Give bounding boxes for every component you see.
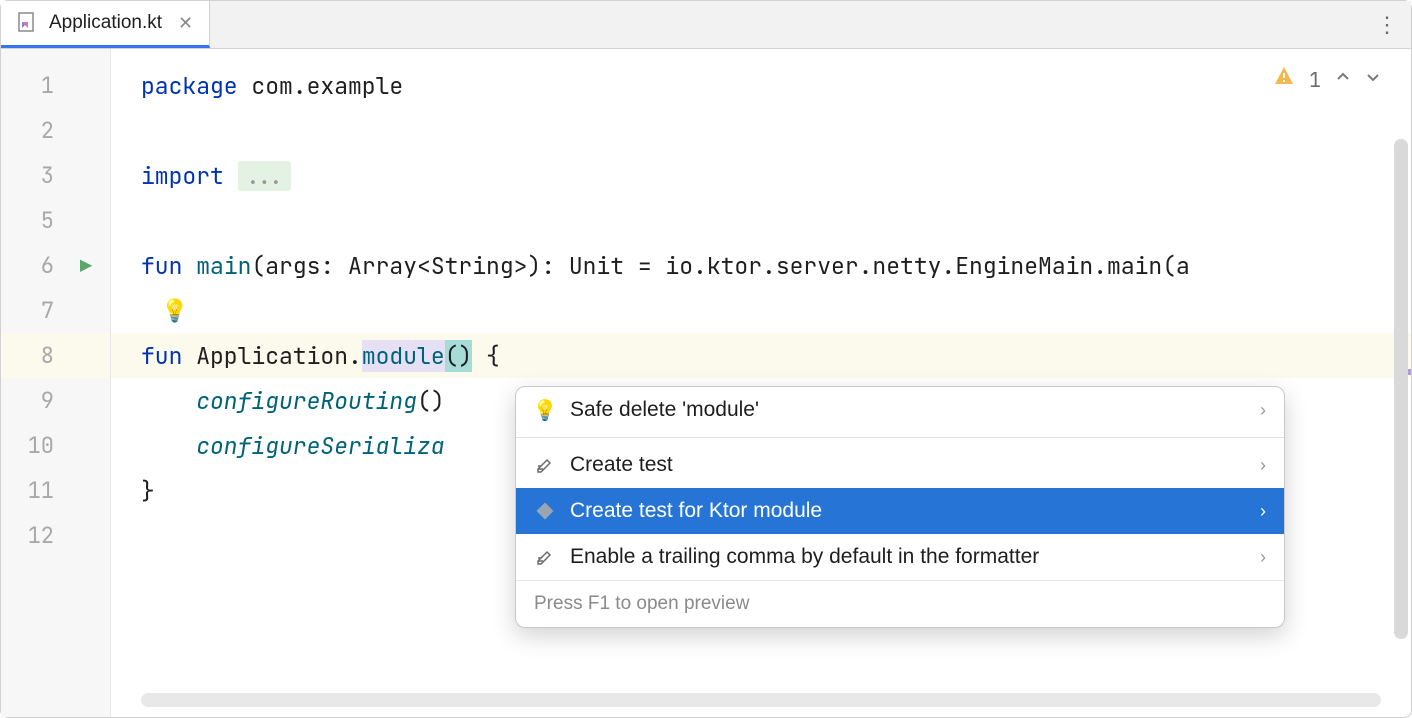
code-line[interactable] bbox=[111, 198, 1411, 243]
code-line[interactable] bbox=[111, 108, 1411, 153]
gutter-line-number[interactable]: 8 bbox=[1, 333, 110, 378]
bulb-icon: 💡 bbox=[534, 399, 556, 421]
code-line[interactable]: + import ... bbox=[111, 153, 1411, 198]
code-line[interactable]: − fun Application.module() { bbox=[111, 333, 1411, 378]
horizontal-scrollbar[interactable] bbox=[141, 693, 1381, 707]
editor-tab[interactable]: Application.kt ✕ bbox=[1, 1, 210, 48]
chevron-right-icon: › bbox=[1260, 400, 1266, 421]
code-line[interactable]: 💡 bbox=[111, 288, 1411, 333]
gutter-line-number[interactable]: 10 bbox=[1, 423, 110, 468]
tab-bar: Application.kt ✕ ⋮ bbox=[1, 1, 1411, 49]
tab-filename: Application.kt bbox=[49, 12, 162, 34]
chevron-right-icon: › bbox=[1260, 501, 1266, 522]
intention-actions-popup: 💡 Safe delete 'module' › Create test › C… bbox=[515, 386, 1285, 628]
code-line[interactable]: package com.example bbox=[111, 63, 1411, 108]
gutter-line-number[interactable]: 7 bbox=[1, 288, 110, 333]
intention-bulb-icon[interactable]: 💡 bbox=[161, 296, 188, 325]
chevron-right-icon: › bbox=[1260, 455, 1266, 476]
gutter: 1 2 3 5 6 ▶ 7 8 9 10 11 12 bbox=[1, 49, 111, 717]
run-gutter-icon[interactable]: ▶ bbox=[80, 253, 92, 279]
menu-item-trailing-comma[interactable]: Enable a trailing comma by default in th… bbox=[516, 534, 1284, 580]
pencil-icon bbox=[534, 454, 556, 476]
chevron-right-icon: › bbox=[1260, 547, 1266, 568]
vertical-scrollbar[interactable] bbox=[1394, 139, 1408, 639]
code-line[interactable]: fun main(args: Array<String>): Unit = io… bbox=[111, 243, 1411, 288]
menu-item-safe-delete[interactable]: 💡 Safe delete 'module' › bbox=[516, 387, 1284, 433]
menu-footer-hint: Press F1 to open preview bbox=[516, 580, 1284, 627]
menu-divider bbox=[516, 437, 1284, 438]
more-options-icon[interactable]: ⋮ bbox=[1376, 12, 1397, 38]
gutter-line-number[interactable]: 2 bbox=[1, 108, 110, 153]
gutter-line-number[interactable]: 9 bbox=[1, 378, 110, 423]
folded-region[interactable]: ... bbox=[238, 161, 291, 191]
gutter-line-number[interactable]: 6 ▶ bbox=[1, 243, 110, 288]
menu-item-create-test[interactable]: Create test › bbox=[516, 442, 1284, 488]
module-icon bbox=[534, 500, 556, 522]
kotlin-file-icon bbox=[17, 12, 39, 34]
gutter-line-number[interactable]: 3 bbox=[1, 153, 110, 198]
gutter-line-number[interactable]: 11 bbox=[1, 468, 110, 513]
menu-item-create-ktor-test[interactable]: Create test for Ktor module › bbox=[516, 488, 1284, 534]
close-icon[interactable]: ✕ bbox=[178, 13, 193, 34]
gutter-line-number[interactable]: 1 bbox=[1, 63, 110, 108]
pencil-icon bbox=[534, 546, 556, 568]
gutter-line-number[interactable]: 12 bbox=[1, 513, 110, 558]
gutter-line-number[interactable]: 5 bbox=[1, 198, 110, 243]
